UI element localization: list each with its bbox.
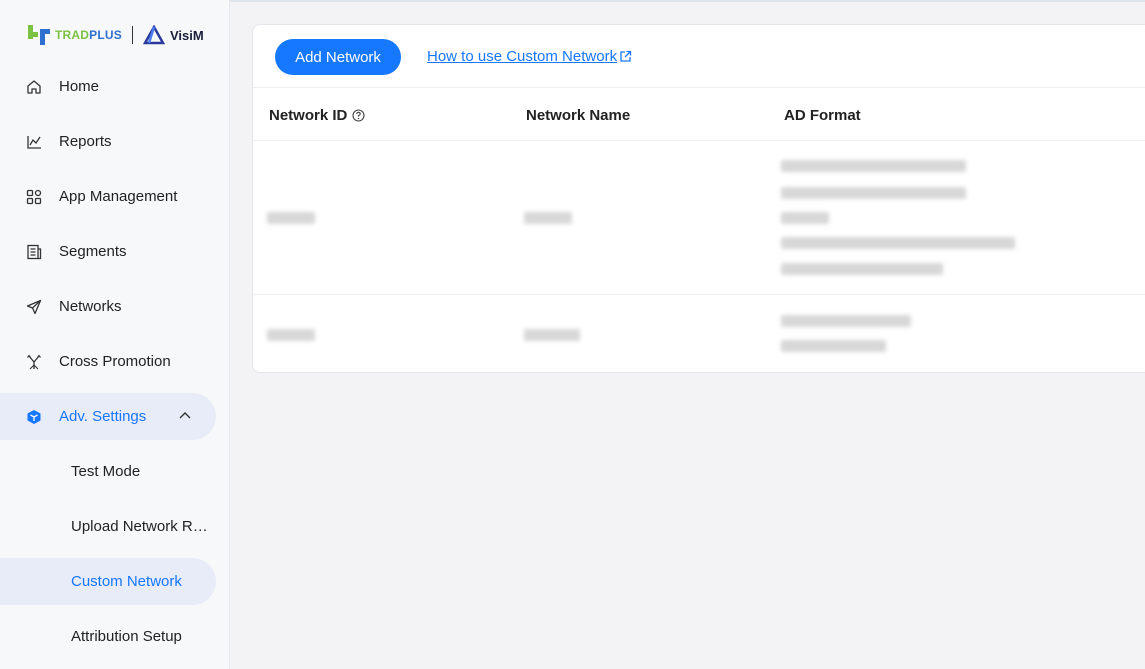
column-header-network-id: Network ID [269, 107, 365, 124]
redacted-ad-format [781, 340, 886, 352]
document-list-icon [25, 243, 43, 261]
column-header-label: AD Format [784, 107, 861, 124]
table-header: Network ID Network Name AD Format [253, 87, 1145, 141]
sidebar-item-cross-promotion[interactable]: Cross Promotion [0, 338, 230, 385]
sidebar-item-label: Home [59, 78, 100, 95]
table-row[interactable] [253, 295, 1145, 373]
visim-logo-icon [142, 25, 165, 45]
sidebar-item-label: Adv. Settings [59, 408, 147, 425]
column-header-label: Network ID [269, 107, 348, 124]
tradplus-logo-icon [28, 25, 50, 45]
redacted-ad-format [781, 212, 829, 224]
sidebar-item-label: App Management [59, 188, 178, 205]
sidebar-nav: Home Reports App Management Segments Net… [0, 63, 230, 668]
sidebar-subitem-attribution-setup[interactable]: Attribution Setup [0, 613, 216, 660]
sidebar-item-adv-settings[interactable]: Adv. Settings [0, 393, 216, 440]
redacted-network-id [267, 212, 315, 224]
sidebar-subitem-label: Upload Network R… [71, 518, 208, 535]
sidebar: TRADPLUS VisiM Home Reports App Manageme… [0, 0, 230, 669]
table-row[interactable] [253, 141, 1145, 295]
sidebar-item-reports[interactable]: Reports [0, 118, 230, 165]
sidebar-subitem-label: Test Mode [71, 463, 141, 480]
external-link-icon [620, 50, 632, 62]
sidebar-item-label: Reports [59, 133, 112, 150]
custom-network-card: Add Network How to use Custom Network Ne… [252, 24, 1145, 373]
tradplus-wordmark: TRADPLUS [55, 28, 122, 42]
split-arrows-icon [25, 353, 43, 371]
redacted-ad-format [781, 237, 1015, 249]
home-icon [25, 78, 43, 96]
help-link-text: How to use Custom Network [427, 48, 618, 65]
brand-logo: TRADPLUS VisiM [26, 22, 204, 48]
sidebar-item-networks[interactable]: Networks [0, 283, 230, 330]
chevron-up-icon[interactable] [178, 408, 192, 426]
help-circle-icon[interactable] [352, 109, 365, 122]
sidebar-item-label: Cross Promotion [59, 353, 171, 370]
sidebar-subitem-custom-network[interactable]: Custom Network [0, 558, 216, 605]
sidebar-subitem-upload-network-report[interactable]: Upload Network R… [0, 503, 216, 550]
column-header-label: Network Name [526, 107, 631, 124]
redacted-network-id [267, 329, 315, 341]
redacted-ad-format [781, 315, 911, 327]
redacted-network-name [524, 329, 580, 341]
sidebar-subitem-test-mode[interactable]: Test Mode [0, 448, 216, 495]
redacted-ad-format [781, 263, 943, 275]
sidebar-item-segments[interactable]: Segments [0, 228, 230, 275]
chart-line-icon [25, 133, 43, 151]
logo-divider [131, 26, 133, 44]
redacted-ad-format [781, 187, 966, 199]
cube-icon [25, 408, 43, 426]
sidebar-subitem-label: Attribution Setup [71, 628, 182, 645]
visim-wordmark: VisiM [169, 27, 204, 43]
column-header-network-name: Network Name [526, 107, 630, 124]
sidebar-item-home[interactable]: Home [0, 63, 230, 110]
send-icon [25, 298, 43, 316]
redacted-ad-format [781, 160, 966, 172]
help-link[interactable]: How to use Custom Network [427, 48, 632, 65]
add-network-button[interactable]: Add Network [275, 39, 401, 75]
sidebar-item-app-management[interactable]: App Management [0, 173, 230, 220]
grid-icon [25, 188, 43, 206]
sidebar-item-label: Segments [59, 243, 127, 260]
sidebar-item-label: Networks [59, 298, 122, 315]
redacted-network-name [524, 212, 572, 224]
column-header-ad-format: AD Format [784, 107, 861, 124]
sidebar-subitem-label: Custom Network [71, 573, 182, 590]
